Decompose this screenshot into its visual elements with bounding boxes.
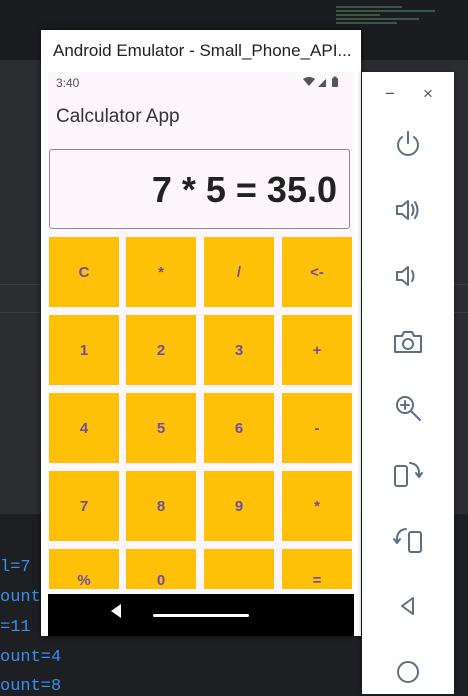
key-9[interactable]: 9	[204, 471, 274, 541]
status-time: 3:40	[56, 76, 80, 90]
key-percent[interactable]: %	[49, 549, 119, 589]
rotate-right-button[interactable]	[390, 522, 426, 558]
rotate-left-button[interactable]	[390, 456, 426, 492]
status-icons	[302, 76, 340, 88]
volume-up-button[interactable]	[390, 192, 426, 228]
zoom-in-icon	[396, 396, 421, 421]
key-clear[interactable]: C	[49, 237, 119, 307]
key-3[interactable]: 3	[204, 315, 274, 385]
emulator-window-title[interactable]: Android Emulator - Small_Phone_API...	[41, 30, 361, 72]
console-line: ount=4	[0, 648, 62, 667]
key-1[interactable]: 1	[49, 315, 119, 385]
volume-up-icon	[396, 200, 419, 220]
key-equals[interactable]: =	[282, 549, 352, 589]
volume-down-icon	[396, 266, 415, 286]
back-icon	[401, 597, 414, 615]
volume-down-button[interactable]	[390, 258, 426, 294]
calculator-display: 7 * 5 = 35.0	[49, 149, 350, 229]
app-title: Calculator App	[56, 106, 180, 127]
power-button[interactable]	[390, 126, 426, 162]
rotate-right-icon	[393, 528, 422, 553]
device-screen[interactable]: 3:40 Calculator App 7 * 5 = 35.0 C * / <…	[48, 72, 354, 636]
key-blank[interactable]	[204, 549, 274, 589]
console-line: l=7	[0, 558, 31, 577]
key-2[interactable]: 2	[126, 315, 196, 385]
key-6[interactable]: 6	[204, 393, 274, 463]
navigation-bar	[48, 594, 354, 636]
key-0[interactable]: 0	[126, 549, 196, 589]
key-plus[interactable]: +	[282, 315, 352, 385]
status-bar: 3:40	[48, 72, 354, 94]
minimize-button[interactable]: −	[380, 84, 400, 104]
zoom-button[interactable]	[390, 390, 426, 426]
console-line: ount=8	[0, 677, 62, 696]
console-line: =11	[0, 618, 31, 637]
nav-home-pill[interactable]	[153, 614, 249, 617]
power-icon	[397, 131, 419, 156]
key-minus[interactable]: -	[282, 393, 352, 463]
key-backspace[interactable]: <-	[282, 237, 352, 307]
key-multiply-2[interactable]: *	[282, 471, 352, 541]
key-multiply[interactable]: *	[126, 237, 196, 307]
key-divide[interactable]: /	[204, 237, 274, 307]
wifi-signal-battery-icon	[303, 76, 338, 87]
rotate-left-icon	[394, 462, 423, 487]
key-4[interactable]: 4	[49, 393, 119, 463]
key-7[interactable]: 7	[49, 471, 119, 541]
nav-back-icon[interactable]	[109, 603, 123, 619]
key-8[interactable]: 8	[126, 471, 196, 541]
back-button[interactable]	[390, 588, 426, 624]
camera-icon	[394, 331, 422, 353]
emulator-window: Android Emulator - Small_Phone_API... 3:…	[41, 30, 361, 636]
home-button[interactable]	[390, 654, 426, 690]
key-5[interactable]: 5	[126, 393, 196, 463]
screenshot-button[interactable]	[390, 324, 426, 360]
emulator-toolbar: − ×	[362, 72, 454, 694]
home-icon	[397, 661, 419, 683]
close-button[interactable]: ×	[418, 84, 438, 104]
